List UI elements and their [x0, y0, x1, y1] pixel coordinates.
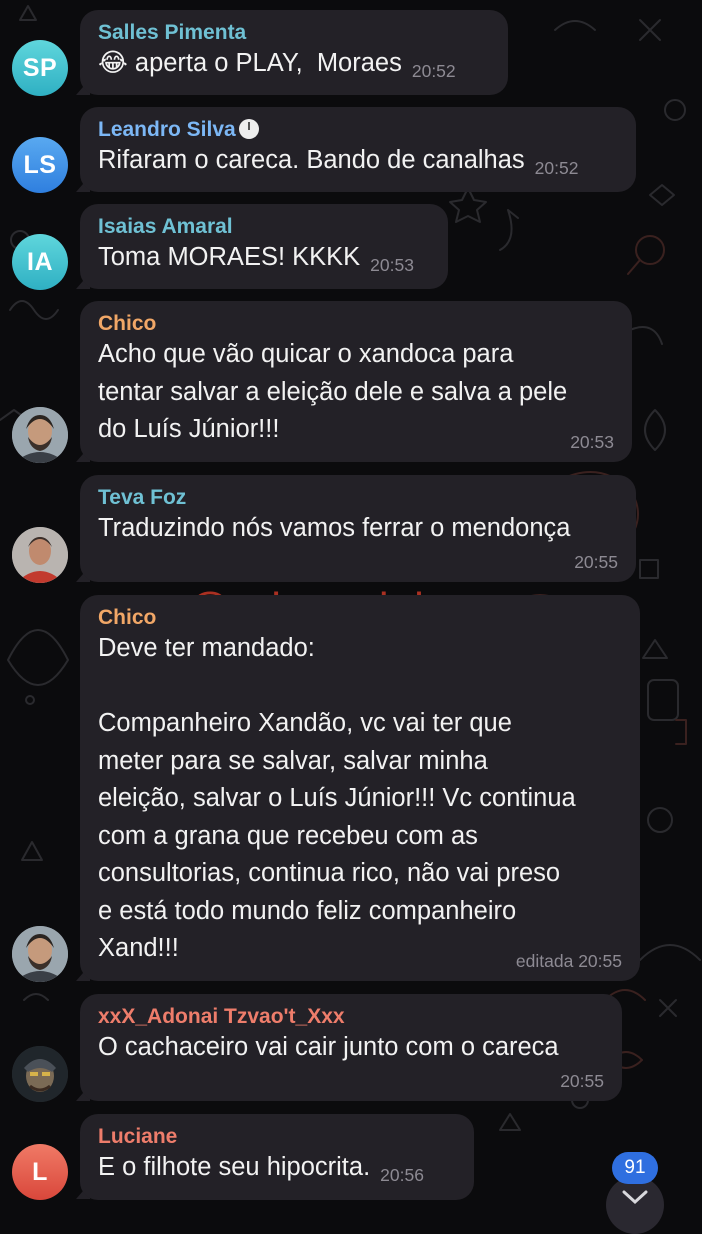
message-time: 20:55	[574, 552, 618, 572]
avatar-initials: SP	[22, 53, 58, 82]
message-bubble[interactable]: Salles Pimenta 😂 aperta o PLAY, Moraes 20…	[80, 10, 508, 95]
avatar[interactable]: IA	[12, 234, 68, 290]
message-text: Toma MORAES! KKKK 20:53	[98, 239, 430, 285]
message-bubble[interactable]: Isaias Amaral Toma MORAES! KKKK 20:53	[80, 204, 448, 289]
avatar-initials: IA	[27, 247, 53, 276]
sender-name[interactable]: Isaias Amaral	[98, 215, 430, 239]
sender-name[interactable]: Luciane	[98, 1125, 456, 1149]
avatar-photo[interactable]	[12, 1046, 68, 1102]
message-bubble[interactable]: Chico Deve ter mandado: Companheiro Xand…	[80, 595, 640, 981]
message-text: Traduzindo nós vamos ferrar o mendonça	[98, 514, 571, 542]
message-text: Acho que vão quicar o xandoca para tenta…	[98, 340, 568, 443]
message-bubble[interactable]: xxX_Adonai Tzvao't_Xxx O cachaceiro vai …	[80, 994, 622, 1101]
tears-of-joy-emoji-icon: 😂	[98, 49, 128, 77]
avatar-photo[interactable]	[12, 407, 68, 463]
message-time: 20:53	[570, 432, 614, 452]
sender-name[interactable]: Teva Foz	[98, 486, 618, 510]
avatar-photo[interactable]	[12, 926, 68, 982]
message-bubble[interactable]: Teva Foz Traduzindo nós vamos ferrar o m…	[80, 475, 636, 582]
message-time: 20:53	[370, 255, 414, 275]
chevron-down-icon	[622, 1190, 648, 1205]
avatar-initials: L	[32, 1157, 48, 1186]
avatar-initials: LS	[23, 150, 57, 179]
avatar-photo[interactable]	[12, 527, 68, 583]
message-text: E o filhote seu hipocrita. 20:56	[98, 1149, 456, 1195]
message-bubble[interactable]: Luciane E o filhote seu hipocrita. 20:56	[80, 1114, 474, 1200]
sender-name[interactable]: Chico	[98, 606, 622, 630]
message-text: Deve ter mandado: Companheiro Xandão, vc…	[98, 634, 576, 962]
message-time: 20:55	[560, 1071, 604, 1091]
message-time: 20:56	[380, 1165, 424, 1185]
message-text: Rifaram o careca. Bando de canalhas 20:52	[98, 142, 618, 188]
avatar[interactable]: L	[12, 1144, 68, 1200]
unread-count-badge[interactable]: 91	[612, 1152, 658, 1184]
message-time-edited: editada 20:55	[515, 951, 622, 971]
message-bubble[interactable]: Chico Acho que vão quicar o xandoca para…	[80, 301, 632, 462]
clock-status-icon	[238, 119, 259, 139]
message-text: 😂 aperta o PLAY, Moraes 20:52	[98, 45, 490, 91]
sender-name[interactable]: Chico	[98, 312, 614, 336]
sender-name[interactable]: xxX_Adonai Tzvao't_Xxx	[98, 1005, 604, 1029]
person-photo-icon	[12, 527, 68, 583]
avatar[interactable]: LS	[12, 137, 68, 193]
person-photo-icon	[12, 407, 68, 463]
person-photo-icon	[12, 926, 68, 982]
message-bubble[interactable]: Leandro Silva Rifaram o careca. Bando de…	[80, 107, 636, 192]
message-text: O cachaceiro vai cair junto com o careca	[98, 1033, 559, 1061]
avatar[interactable]: SP	[12, 40, 68, 96]
message-time: 20:52	[534, 158, 579, 178]
sender-name[interactable]: Leandro Silva	[98, 118, 236, 141]
scroll-down-button[interactable]	[606, 1176, 664, 1234]
sender-name[interactable]: Salles Pimenta	[98, 21, 490, 45]
character-portrait-icon	[12, 1046, 68, 1102]
message-time: 20:52	[411, 61, 456, 81]
